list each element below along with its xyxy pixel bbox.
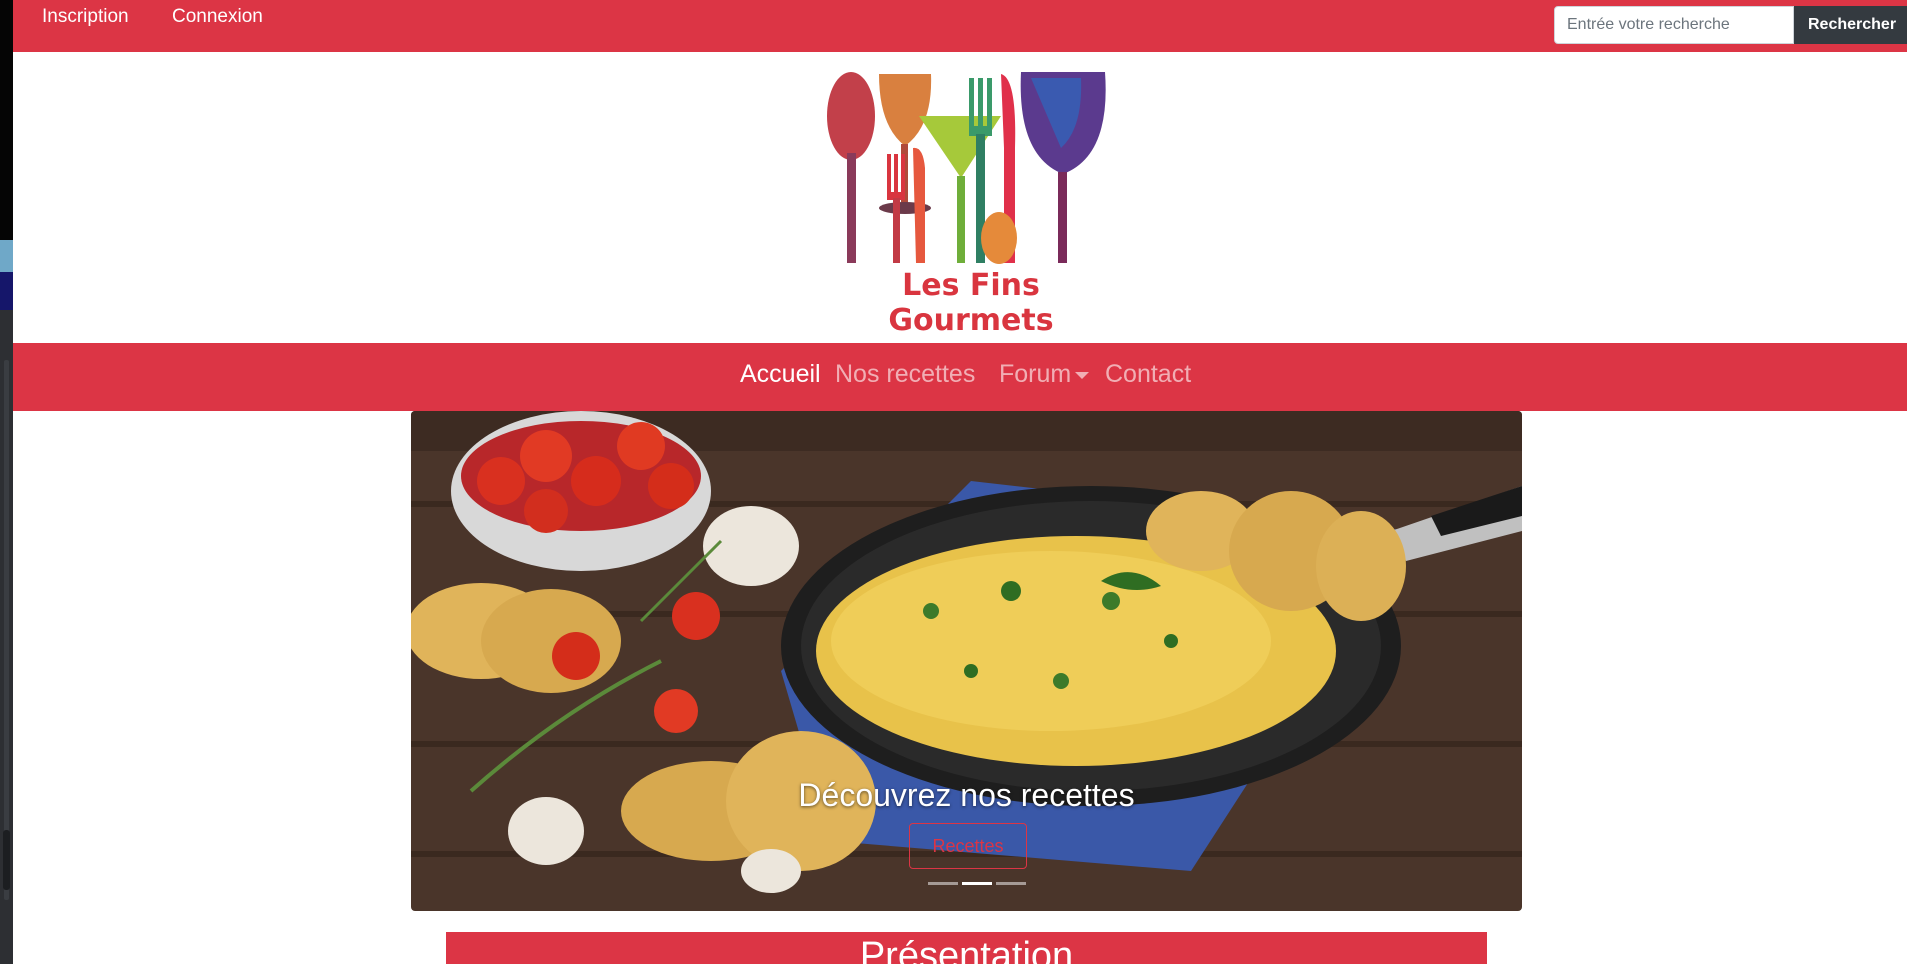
carousel-indicator[interactable] (962, 882, 992, 885)
nav-item-accueil[interactable]: Accueil (740, 360, 821, 389)
nav-item-nos-recettes[interactable]: Nos recettes (835, 360, 975, 389)
page: Inscription Connexion Rechercher (13, 0, 1907, 964)
carousel-indicator[interactable] (996, 882, 1026, 885)
window-edge (0, 0, 13, 964)
connexion-link[interactable]: Connexion (172, 6, 263, 28)
tableware-logo-icon (827, 72, 1106, 264)
brand-name: Les Fins Gourmets (888, 268, 1054, 338)
edge-block (0, 272, 13, 310)
chevron-down-icon (1075, 371, 1090, 379)
nav-item-forum-label: Forum (999, 360, 1072, 388)
carousel-caption: Découvrez nos recettes (798, 777, 1135, 813)
scrollbar-thumb[interactable] (3, 830, 10, 890)
scrollbar-track[interactable] (4, 360, 9, 900)
search-input[interactable] (1554, 6, 1794, 44)
hero-carousel[interactable]: Découvrez nos recettes Recettes (411, 411, 1522, 911)
presentation-title: Présentation (859, 935, 1074, 964)
top-bar: Inscription Connexion Rechercher (13, 0, 1907, 52)
edge-block (0, 240, 13, 272)
recettes-button[interactable]: Recettes (909, 823, 1027, 869)
edge-block (0, 0, 13, 240)
nav-item-contact[interactable]: Contact (1105, 360, 1191, 389)
inscription-link[interactable]: Inscription (42, 6, 129, 28)
main-nav: Accueil Nos recettes Forum Contact (13, 343, 1907, 411)
carousel-indicator[interactable] (928, 882, 958, 885)
presentation-header: Présentation (446, 932, 1487, 964)
nav-item-forum[interactable]: Forum (999, 360, 1090, 389)
search-button[interactable]: Rechercher (1794, 6, 1907, 44)
